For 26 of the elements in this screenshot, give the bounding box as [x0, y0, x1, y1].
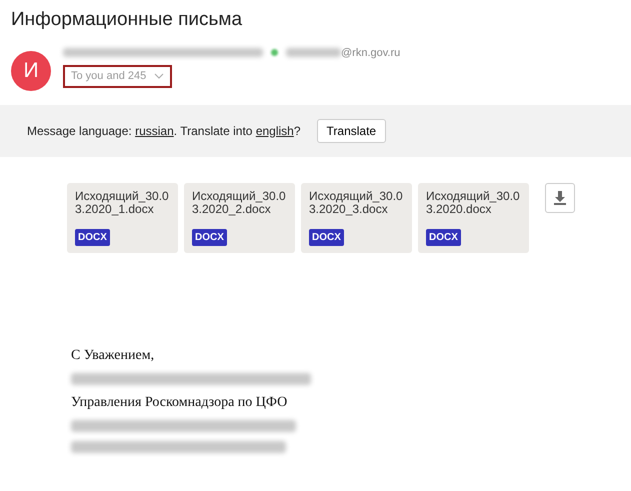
file-type-badge: DOCX	[75, 228, 110, 246]
blurred-text	[286, 48, 341, 58]
file-type-badge: DOCX	[192, 228, 227, 246]
chevron-down-icon	[154, 73, 164, 80]
signature-line: С Уважением,	[71, 346, 154, 364]
download-icon	[553, 190, 567, 206]
sender-email: @rkn.gov.ru	[341, 46, 400, 60]
page-title: Информационные письма	[11, 8, 244, 32]
download-button[interactable]	[545, 182, 575, 212]
target-language-link[interactable]: english	[256, 124, 294, 138]
attachment-name: Исходящий_30.03.2020.docx	[426, 190, 521, 216]
attachment-name: Исходящий_30.03.2020_2.docx	[192, 190, 287, 216]
status-dot	[271, 49, 278, 56]
translate-prompt: Message language: russian. Translate into english?	[27, 122, 301, 140]
translate-button[interactable]: Translate	[316, 118, 386, 142]
file-type-badge: DOCX	[426, 228, 461, 246]
attachment-card[interactable]: Исходящий_30.03.2020_2.docx DOCX	[184, 182, 295, 252]
attachment-card[interactable]: Исходящий_30.03.2020_1.docx DOCX	[67, 182, 178, 252]
file-type-badge: DOCX	[309, 228, 344, 246]
language-link[interactable]: russian	[135, 124, 174, 138]
attachment-card[interactable]: Исходящий_30.03.2020.docx DOCX	[418, 182, 529, 252]
signature-line: Управления Роскомнадзора по ЦФО	[71, 394, 288, 412]
avatar: И	[11, 50, 51, 90]
attachment-name: Исходящий_30.03.2020_1.docx	[75, 190, 170, 216]
attachment-card[interactable]: Исходящий_30.03.2020_3.docx DOCX	[301, 182, 412, 252]
attachment-name: Исходящий_30.03.2020_3.docx	[309, 190, 404, 216]
